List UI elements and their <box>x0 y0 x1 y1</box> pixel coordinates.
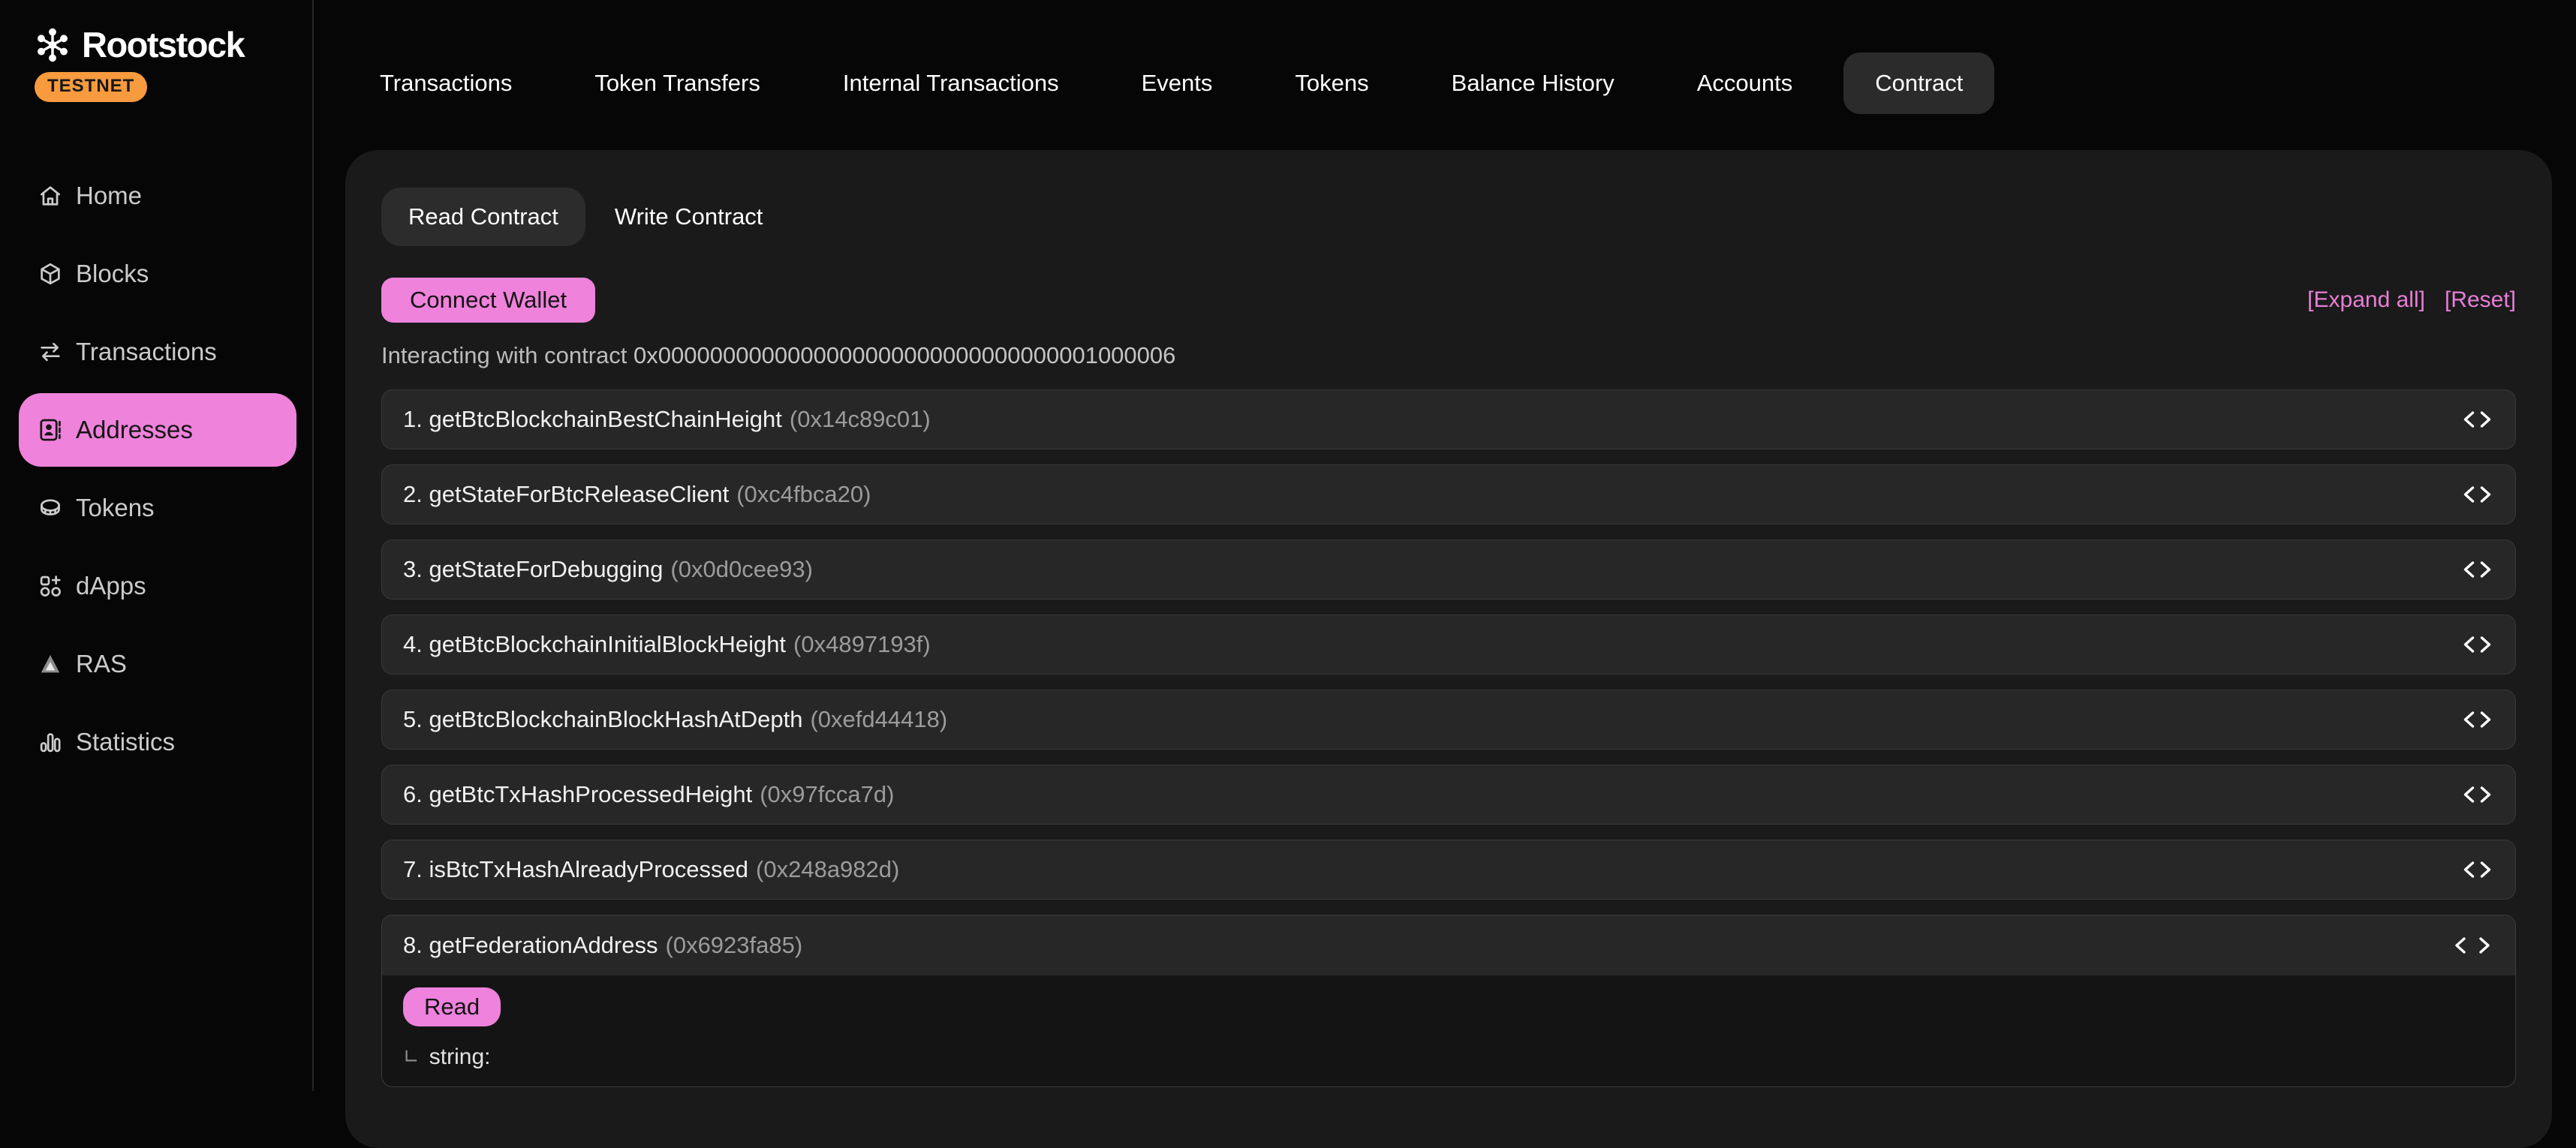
function-label: 5. getBtcBlockchainBlockHashAtDepth <box>403 706 802 733</box>
function-label: 2. getStateForBtcReleaseClient <box>403 481 729 508</box>
function-selector: (0x6923fa85) <box>666 932 803 959</box>
contract-subtabs: Read Contract Write Contract <box>381 188 2516 246</box>
function-label: 4. getBtcBlockchainInitialBlockHeight <box>403 631 786 658</box>
sidebar-item-home[interactable]: Home <box>19 159 296 233</box>
network-badge: TESTNET <box>35 72 147 102</box>
sidebar-item-label: Addresses <box>76 416 193 444</box>
tab-contract[interactable]: Contract <box>1843 53 1994 114</box>
function-row[interactable]: 3. getStateForDebugging (0x0d0cee93) <box>381 539 2516 600</box>
address-book-icon <box>38 417 63 443</box>
sidebar-item-statistics[interactable]: Statistics <box>19 705 296 779</box>
function-row[interactable]: 7. isBtcTxHashAlreadyProcessed (0x248a98… <box>381 840 2516 900</box>
sidebar-item-label: Blocks <box>76 260 149 288</box>
output-row: ∟ string: <box>403 1044 2494 1070</box>
sidebar-nav: Home Blocks Transactions Addresses <box>0 159 312 783</box>
function-row[interactable]: 8. getFederationAddress (0x6923fa85) <box>382 915 2515 975</box>
code-icon[interactable] <box>2460 558 2494 581</box>
list-controls: [Expand all] [Reset] <box>2307 287 2516 313</box>
sidebar-item-label: Transactions <box>76 338 217 366</box>
tab-tokens[interactable]: Tokens <box>1295 70 1368 97</box>
contract-address: 0x00000000000000000000000000000000010000… <box>633 342 1175 368</box>
code-icon[interactable] <box>2460 783 2494 806</box>
brand-logo[interactable]: Rootstock <box>33 24 244 65</box>
function-selector: (0xc4fbca20) <box>736 481 871 508</box>
home-icon <box>38 183 63 209</box>
sidebar-item-tokens[interactable]: Tokens <box>19 471 296 545</box>
read-button[interactable]: Read <box>403 987 501 1026</box>
sidebar-item-label: Statistics <box>76 728 175 756</box>
connect-wallet-button[interactable]: Connect Wallet <box>381 278 595 323</box>
expand-all-link[interactable]: [Expand all] <box>2307 287 2425 313</box>
cube-icon <box>38 261 63 287</box>
function-card-expanded: 8. getFederationAddress (0x6923fa85) Rea… <box>381 915 2516 1087</box>
sidebar-item-ras[interactable]: RAS <box>19 627 296 701</box>
function-selector: (0x4897193f) <box>793 631 931 658</box>
code-icon[interactable] <box>2451 934 2494 957</box>
function-label: 1. getBtcBlockchainBestChainHeight <box>403 406 782 433</box>
sidebar-item-dapps[interactable]: dApps <box>19 549 296 623</box>
rootstock-logo-icon <box>33 26 72 65</box>
tab-write-contract[interactable]: Write Contract <box>615 203 763 230</box>
contract-panel: Read Contract Write Contract Connect Wal… <box>345 150 2552 1148</box>
function-list: 1. getBtcBlockchainBestChainHeight (0x14… <box>381 389 2516 1087</box>
function-label: 6. getBtcTxHashProcessedHeight <box>403 781 752 808</box>
sidebar-item-addresses[interactable]: Addresses <box>19 393 296 467</box>
function-selector: (0x14c89c01) <box>790 406 931 433</box>
function-row[interactable]: 1. getBtcBlockchainBestChainHeight (0x14… <box>381 389 2516 449</box>
code-icon[interactable] <box>2460 633 2494 656</box>
function-selector: (0x97fcca7d) <box>760 781 894 808</box>
apps-plus-icon <box>38 573 63 599</box>
tab-internal-transactions[interactable]: Internal Transactions <box>843 70 1059 97</box>
return-indent-icon: ∟ <box>403 1046 420 1068</box>
sidebar-item-blocks[interactable]: Blocks <box>19 237 296 311</box>
sidebar-item-label: Home <box>76 182 142 210</box>
sidebar-item-label: RAS <box>76 650 127 678</box>
code-icon[interactable] <box>2460 408 2494 431</box>
tab-transactions[interactable]: Transactions <box>380 70 512 97</box>
function-row[interactable]: 6. getBtcTxHashProcessedHeight (0x97fcca… <box>381 765 2516 825</box>
function-card-body: Read ∟ string: <box>382 975 2515 1086</box>
code-icon[interactable] <box>2460 483 2494 506</box>
function-selector: (0xefd44418) <box>810 706 947 733</box>
function-selector: (0x248a982d) <box>756 856 899 883</box>
sidebar: Rootstock TESTNET Home Blocks Transactio… <box>0 0 314 1091</box>
brand-name: Rootstock <box>82 24 244 65</box>
swap-arrows-icon <box>38 339 63 365</box>
function-selector: (0x0d0cee93) <box>670 556 813 583</box>
function-label: 7. isBtcTxHashAlreadyProcessed <box>403 856 748 883</box>
output-type-label: string: <box>429 1044 491 1070</box>
triangle-icon <box>38 651 63 677</box>
coin-icon <box>38 495 63 521</box>
sidebar-item-transactions[interactable]: Transactions <box>19 315 296 389</box>
interacting-prefix: Interacting with contract <box>381 342 627 368</box>
wallet-toolbar: Connect Wallet [Expand all] [Reset] <box>381 278 2516 323</box>
code-icon[interactable] <box>2460 858 2494 881</box>
tab-read-contract[interactable]: Read Contract <box>381 188 585 246</box>
function-row[interactable]: 4. getBtcBlockchainInitialBlockHeight (0… <box>381 615 2516 675</box>
reset-link[interactable]: [Reset] <box>2445 287 2516 313</box>
bar-chart-icon <box>38 729 63 755</box>
interacting-with-line: Interacting with contract 0x000000000000… <box>381 342 2516 369</box>
tab-accounts[interactable]: Accounts <box>1697 70 1793 97</box>
function-row[interactable]: 2. getStateForBtcReleaseClient (0xc4fbca… <box>381 464 2516 524</box>
function-label: 3. getStateForDebugging <box>403 556 663 583</box>
tab-events[interactable]: Events <box>1142 70 1213 97</box>
tab-balance-history[interactable]: Balance History <box>1452 70 1615 97</box>
sidebar-item-label: Tokens <box>76 494 155 522</box>
tab-token-transfers[interactable]: Token Transfers <box>594 70 760 97</box>
function-row[interactable]: 5. getBtcBlockchainBlockHashAtDepth (0xe… <box>381 690 2516 750</box>
address-tabs-bar: Transactions Token Transfers Internal Tr… <box>314 0 2576 150</box>
sidebar-item-label: dApps <box>76 572 146 600</box>
function-label: 8. getFederationAddress <box>403 932 658 959</box>
code-icon[interactable] <box>2460 708 2494 731</box>
